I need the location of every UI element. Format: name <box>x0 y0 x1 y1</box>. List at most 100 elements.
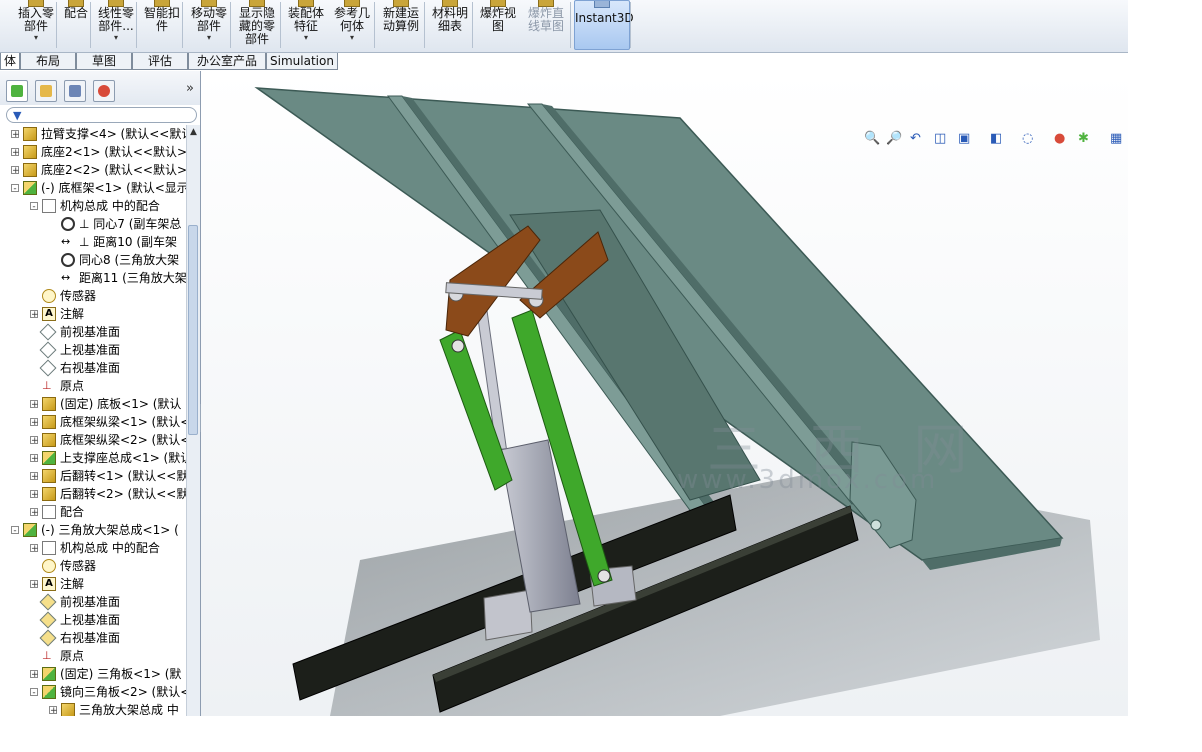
expand-node-icon[interactable]: + <box>30 490 39 500</box>
expand-node-icon[interactable]: + <box>30 310 39 320</box>
tree-item-label: 上视基准面 <box>60 613 121 627</box>
insert-parts-button[interactable]: 插入零 部件 ▾ <box>14 0 58 50</box>
tree-item[interactable]: 上视基准面 <box>0 611 186 629</box>
scroll-up-arrow-icon[interactable]: ▲ <box>187 125 200 139</box>
tree-item[interactable]: - (-) 底框架<1> (默认<显示 <box>0 179 186 197</box>
expand-panel-icon[interactable]: » <box>186 81 194 96</box>
tree-item[interactable]: + 后翻转<1> (默认<<默认 <box>0 467 186 485</box>
tree-item[interactable]: ⊥ 原点 <box>0 377 186 395</box>
expand-node-icon[interactable]: + <box>30 472 39 482</box>
tree-item[interactable]: + 三角放大架总成 中 <box>0 701 186 716</box>
edit-appearance-icon[interactable]: ● <box>1054 131 1065 147</box>
tree-item[interactable]: 传感器 <box>0 287 186 305</box>
tree-item[interactable]: + 上支撑座总成<1> (默认 <box>0 449 186 467</box>
tree-scrollbar[interactable]: ▲ <box>186 125 200 716</box>
view-orientation-icon[interactable]: ▣ <box>958 131 970 147</box>
chevron-down-icon[interactable]: ▾ <box>330 33 374 42</box>
zoom-to-area-icon[interactable]: 🔎 <box>886 131 902 147</box>
feature-filter-input[interactable]: ▼ <box>6 107 197 123</box>
tree-item[interactable]: 前视基准面 <box>0 593 186 611</box>
tree-item[interactable]: ⊥ 同心7 (副车架总 <box>0 215 186 233</box>
tree-item[interactable]: ↔ 距离11 (三角放大架 <box>0 269 186 287</box>
display-manager-icon[interactable] <box>93 80 115 102</box>
tree-item-label: 机构总成 中的配合 <box>60 199 160 213</box>
expand-node-icon[interactable]: + <box>30 400 39 410</box>
tree-item[interactable]: + 机构总成 中的配合 <box>0 539 186 557</box>
tree-item[interactable]: + 底框架纵梁<1> (默认< <box>0 413 186 431</box>
tab-0[interactable]: 体 <box>0 53 20 70</box>
tree-item[interactable]: + A 注解 <box>0 305 186 323</box>
tree-item[interactable]: 右视基准面 <box>0 359 186 377</box>
move-component-button[interactable]: 移动零 部件 ▾ <box>186 0 232 50</box>
feature-manager-icon[interactable] <box>6 80 28 102</box>
tree-item[interactable]: - (-) 三角放大架总成<1> ( <box>0 521 186 539</box>
collapse-node-icon[interactable]: - <box>11 526 19 536</box>
assembly-features-button[interactable]: 装配体 特征 ▾ <box>284 0 328 50</box>
expand-node-icon[interactable]: + <box>30 544 39 554</box>
expand-node-icon[interactable]: + <box>30 418 39 428</box>
tab-3[interactable]: 评估 <box>132 53 188 70</box>
expand-node-icon[interactable]: + <box>30 454 39 464</box>
graphics-viewport[interactable]: 🔍🔎↶◫▣◧◌●✱▦ 三 西 网 www.3dmox.com z <box>201 71 1128 716</box>
expand-node-icon[interactable]: + <box>11 148 20 158</box>
tree-item[interactable]: - 镜向三角板<2> (默认< <box>0 683 186 701</box>
chevron-down-icon[interactable]: ▾ <box>186 33 232 42</box>
section-view-icon[interactable]: ◫ <box>934 131 946 147</box>
tree-item[interactable]: 右视基准面 <box>0 629 186 647</box>
bill-of-materials-button[interactable]: 材料明 细表 <box>428 0 472 50</box>
tab-1[interactable]: 布局 <box>20 53 76 70</box>
hide-show-items-icon[interactable]: ◌ <box>1022 131 1033 147</box>
exploded-view-button[interactable]: 爆炸视 图 <box>476 0 520 50</box>
tree-item[interactable]: + A 注解 <box>0 575 186 593</box>
tree-item[interactable]: 上视基准面 <box>0 341 186 359</box>
tree-item[interactable]: + 底座2<2> (默认<<默认>_显 <box>0 161 186 179</box>
explode-line-sketch-button[interactable]: 爆炸直 线草图 <box>524 0 568 50</box>
display-style-icon[interactable]: ◧ <box>990 131 1002 147</box>
configuration-manager-icon[interactable] <box>64 80 86 102</box>
view-settings-icon[interactable]: ▦ <box>1110 131 1122 147</box>
tab-5[interactable]: Simulation <box>266 53 338 70</box>
previous-view-icon[interactable]: ↶ <box>910 131 921 147</box>
tab-4[interactable]: 办公室产品 <box>188 53 266 70</box>
smart-fasteners-button[interactable]: 智能扣 件 <box>140 0 184 50</box>
tree-item[interactable]: + 配合 <box>0 503 186 521</box>
instant3d-button[interactable]: Instant3D <box>574 0 634 50</box>
assembly-model[interactable] <box>201 71 1128 716</box>
chevron-down-icon[interactable]: ▾ <box>284 33 328 42</box>
expand-node-icon[interactable]: + <box>30 508 39 518</box>
tree-item[interactable]: + 底座2<1> (默认<<默认>_显 <box>0 143 186 161</box>
tree-item[interactable]: ⊥ 原点 <box>0 647 186 665</box>
mate-button[interactable]: 配合 <box>60 0 92 50</box>
expand-node-icon[interactable]: + <box>11 130 20 140</box>
linear-pattern-button[interactable]: 线性零 部件... ▾ <box>94 0 138 50</box>
collapse-node-icon[interactable]: - <box>30 202 38 212</box>
apply-scene-icon[interactable]: ✱ <box>1078 131 1089 147</box>
tree-item[interactable]: + 底框架纵梁<2> (默认< <box>0 431 186 449</box>
zoom-to-fit-icon[interactable]: 🔍 <box>864 131 880 147</box>
tree-item[interactable]: ↔ ⊥ 距离10 (副车架 <box>0 233 186 251</box>
tree-item[interactable]: + (固定) 底板<1> (默认 <box>0 395 186 413</box>
expand-node-icon[interactable]: + <box>30 436 39 446</box>
tree-item[interactable]: + 后翻转<2> (默认<<默认 <box>0 485 186 503</box>
tab-2[interactable]: 草图 <box>76 53 132 70</box>
collapse-node-icon[interactable]: - <box>30 688 38 698</box>
expand-node-icon[interactable]: + <box>30 670 39 680</box>
tree-item[interactable]: 传感器 <box>0 557 186 575</box>
property-manager-icon[interactable] <box>35 80 57 102</box>
collapse-node-icon[interactable]: - <box>11 184 19 194</box>
tree-item[interactable]: + (固定) 三角板<1> (默 <box>0 665 186 683</box>
expand-node-icon[interactable]: + <box>11 166 20 176</box>
chevron-down-icon[interactable]: ▾ <box>14 33 58 42</box>
tree-item-label: 上视基准面 <box>60 343 121 357</box>
expand-node-icon[interactable]: + <box>49 706 58 716</box>
scroll-thumb[interactable] <box>188 225 198 435</box>
tree-item[interactable]: + 拉臂支撑<4> (默认<<默认 <box>0 125 186 143</box>
tree-item[interactable]: 同心8 (三角放大架 <box>0 251 186 269</box>
reference-geometry-button[interactable]: 参考几 何体 ▾ <box>330 0 374 50</box>
tree-item[interactable]: 前视基准面 <box>0 323 186 341</box>
expand-node-icon[interactable]: + <box>30 580 39 590</box>
chevron-down-icon[interactable]: ▾ <box>94 33 138 42</box>
tree-item[interactable]: - 机构总成 中的配合 <box>0 197 186 215</box>
show-hidden-button[interactable]: 显示隐 藏的零 部件 <box>234 0 280 50</box>
new-motion-study-button[interactable]: 新建运 动算例 <box>378 0 424 50</box>
